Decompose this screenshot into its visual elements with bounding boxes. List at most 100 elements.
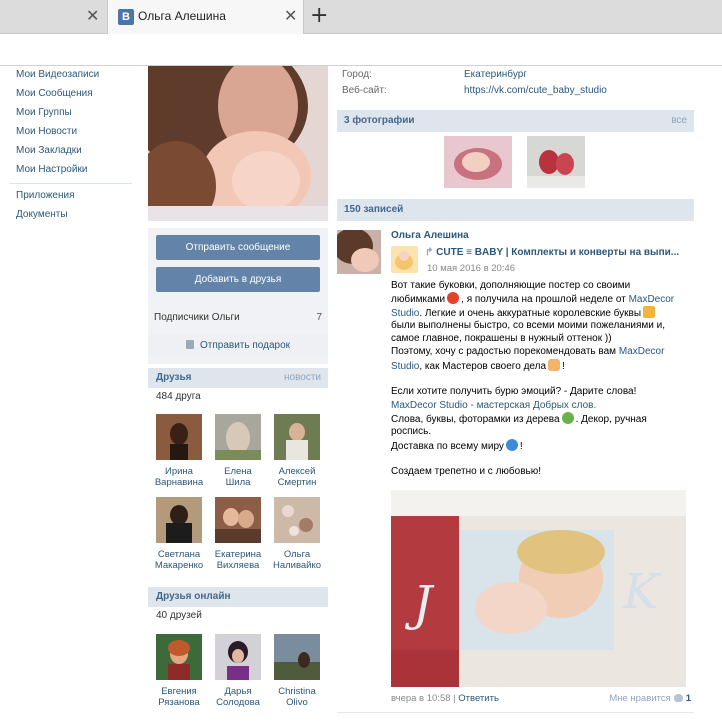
send-gift-label: Отправить подарок bbox=[199, 340, 290, 351]
friends-header[interactable]: Друзья новости bbox=[148, 368, 328, 388]
friend-card[interactable]: Екатерина Вихляева bbox=[209, 497, 267, 571]
friend-card[interactable]: Ольга Наливайко bbox=[268, 497, 326, 571]
menu-item-groups[interactable]: Мои Группы bbox=[0, 104, 135, 123]
info-site-row: Веб-сайт: https://vk.com/cute_baby_studio bbox=[342, 85, 607, 96]
photos-title: 3 фотографии bbox=[344, 115, 415, 126]
new-tab-button[interactable]: + bbox=[310, 3, 328, 29]
menu-item-settings[interactable]: Мои Настройки bbox=[0, 161, 135, 180]
friends-online-count: 40 друзей bbox=[156, 610, 202, 621]
profile-photo-image bbox=[148, 66, 328, 221]
info-city-row: Город: Екатеринбург bbox=[342, 69, 527, 80]
subscribers-count: 7 bbox=[316, 312, 322, 323]
profile-photo[interactable] bbox=[148, 66, 328, 221]
maxdecor-link[interactable]: MaxDecor bbox=[619, 346, 665, 357]
friend-card[interactable]: Евгения Рязанова bbox=[150, 634, 208, 708]
leaf-emoji-icon bbox=[561, 411, 574, 424]
friend-card[interactable]: Дарья Солодова bbox=[209, 634, 267, 708]
repost-source-avatar[interactable] bbox=[391, 246, 418, 273]
friend-card[interactable]: Светлана Макаренко bbox=[150, 497, 208, 571]
maxdecor-link[interactable]: MaxDecor bbox=[629, 294, 675, 305]
browser-tab-previous[interactable]: ✕ bbox=[0, 0, 108, 34]
friend-avatar[interactable] bbox=[274, 497, 320, 543]
friend-name[interactable]: Ольга Наливайко bbox=[268, 549, 326, 571]
friends-online-header[interactable]: Друзья онлайн bbox=[148, 587, 328, 607]
browser-tabbar: ✕ В Ольга Алешина ✕ + bbox=[0, 0, 722, 35]
maxdecor-link[interactable]: Studio bbox=[391, 361, 419, 372]
city-label: Город: bbox=[342, 69, 372, 80]
friend-avatar[interactable] bbox=[215, 634, 261, 680]
svg-text:K: K bbox=[622, 564, 662, 620]
photos-all-link[interactable]: все bbox=[671, 110, 687, 132]
menu-item-news[interactable]: Мои Новости bbox=[0, 123, 135, 142]
friend-name[interactable]: Елена Шила bbox=[209, 466, 267, 488]
reply-link[interactable]: Ответить bbox=[458, 693, 499, 704]
friend-avatar[interactable] bbox=[156, 634, 202, 680]
likes-count: 1 bbox=[685, 693, 691, 704]
crown-emoji-icon bbox=[643, 305, 656, 318]
friend-name[interactable]: Christina Olivo bbox=[268, 686, 326, 708]
address-bar[interactable] bbox=[0, 34, 722, 66]
thumbs-up-emoji-icon bbox=[548, 358, 561, 371]
friends-news-link[interactable]: новости bbox=[284, 368, 321, 388]
close-tab-icon[interactable]: ✕ bbox=[284, 6, 297, 26]
left-menu: Мои Видеозаписи Мои Сообщения Мои Группы… bbox=[0, 66, 135, 225]
send-message-button[interactable]: Отправить сообщение bbox=[156, 235, 320, 260]
friend-avatar[interactable] bbox=[274, 634, 320, 680]
friend-name[interactable]: Алексей Смертин bbox=[268, 466, 326, 488]
friend-avatar[interactable] bbox=[156, 414, 202, 460]
send-gift-button[interactable]: Отправить подарок bbox=[148, 334, 328, 357]
photo-thumbnail[interactable] bbox=[444, 136, 512, 188]
friend-card[interactable]: Алексей Смертин bbox=[268, 414, 326, 488]
site-label: Веб-сайт: bbox=[342, 85, 387, 96]
post-author-name[interactable]: Ольга Алешина bbox=[391, 230, 469, 241]
post-author-avatar[interactable] bbox=[337, 230, 381, 274]
friends-online-title: Друзья онлайн bbox=[156, 591, 231, 602]
subscribers-row[interactable]: Подписчики Ольги 7 bbox=[154, 312, 322, 323]
repost-icon: ↱ bbox=[425, 247, 437, 258]
friend-name[interactable]: Ирина Варнавина bbox=[150, 466, 208, 488]
friend-avatar[interactable] bbox=[156, 497, 202, 543]
friend-name[interactable]: Екатерина Вихляева bbox=[209, 549, 267, 571]
friends-title: Друзья bbox=[156, 372, 192, 383]
wall-title: 150 записей bbox=[344, 204, 404, 215]
like-button[interactable]: Мне нравится 1 bbox=[609, 693, 691, 704]
subscribers-label: Подписчики Ольги bbox=[154, 312, 240, 323]
friend-avatar[interactable] bbox=[274, 414, 320, 460]
tab-title: Ольга Алешина bbox=[138, 9, 226, 23]
city-link[interactable]: Екатеринбург bbox=[464, 69, 527, 80]
browser-tab-active[interactable]: В Ольга Алешина ✕ bbox=[108, 0, 304, 35]
friend-name[interactable]: Евгения Рязанова bbox=[150, 686, 208, 708]
post-divider bbox=[337, 712, 694, 713]
friend-card[interactable]: Ирина Варнавина bbox=[150, 414, 208, 488]
post-photo-image: J K bbox=[391, 490, 686, 687]
maxdecor-studio-link[interactable]: MaxDecor Studio bbox=[391, 400, 468, 411]
vk-favicon-icon: В bbox=[118, 9, 134, 25]
post-footer: вчера в 10:58 | Ответить Мне нравится 1 bbox=[391, 693, 691, 704]
friend-card[interactable]: Christina Olivo bbox=[268, 634, 326, 708]
friend-avatar[interactable] bbox=[215, 497, 261, 543]
friend-avatar[interactable] bbox=[215, 414, 261, 460]
close-tab-icon[interactable]: ✕ bbox=[86, 6, 99, 26]
menu-item-apps[interactable]: Приложения bbox=[0, 187, 135, 206]
heart-icon bbox=[673, 694, 683, 702]
heart-emoji-icon bbox=[447, 292, 460, 305]
friend-card[interactable]: Елена Шила bbox=[209, 414, 267, 488]
wall-header[interactable]: 150 записей bbox=[337, 199, 694, 221]
menu-item-videos[interactable]: Мои Видеозаписи bbox=[0, 66, 135, 85]
post-photo[interactable]: J K bbox=[391, 490, 686, 687]
friend-name[interactable]: Дарья Солодова bbox=[209, 686, 267, 708]
friend-name[interactable]: Светлана Макаренко bbox=[150, 549, 208, 571]
photos-header[interactable]: 3 фотографии все bbox=[337, 110, 694, 132]
site-link[interactable]: https://vk.com/cute_baby_studio bbox=[464, 85, 607, 96]
post-time[interactable]: вчера в 10:58 bbox=[391, 693, 451, 704]
maxdecor-link[interactable]: Studio bbox=[391, 308, 419, 319]
friends-count: 484 друга bbox=[156, 391, 201, 402]
photo-thumbnail[interactable] bbox=[527, 136, 585, 188]
add-friend-button[interactable]: Добавить в друзья bbox=[156, 267, 320, 292]
repost-source-title[interactable]: ↱ CUTE ≡ BABY | Комплекты и конверты на … bbox=[425, 247, 693, 258]
menu-item-documents[interactable]: Документы bbox=[0, 206, 135, 225]
menu-divider bbox=[10, 183, 132, 184]
repost-date[interactable]: 10 мая 2016 в 20:46 bbox=[427, 263, 515, 274]
menu-item-messages[interactable]: Мои Сообщения bbox=[0, 85, 135, 104]
menu-item-bookmarks[interactable]: Мои Закладки bbox=[0, 142, 135, 161]
